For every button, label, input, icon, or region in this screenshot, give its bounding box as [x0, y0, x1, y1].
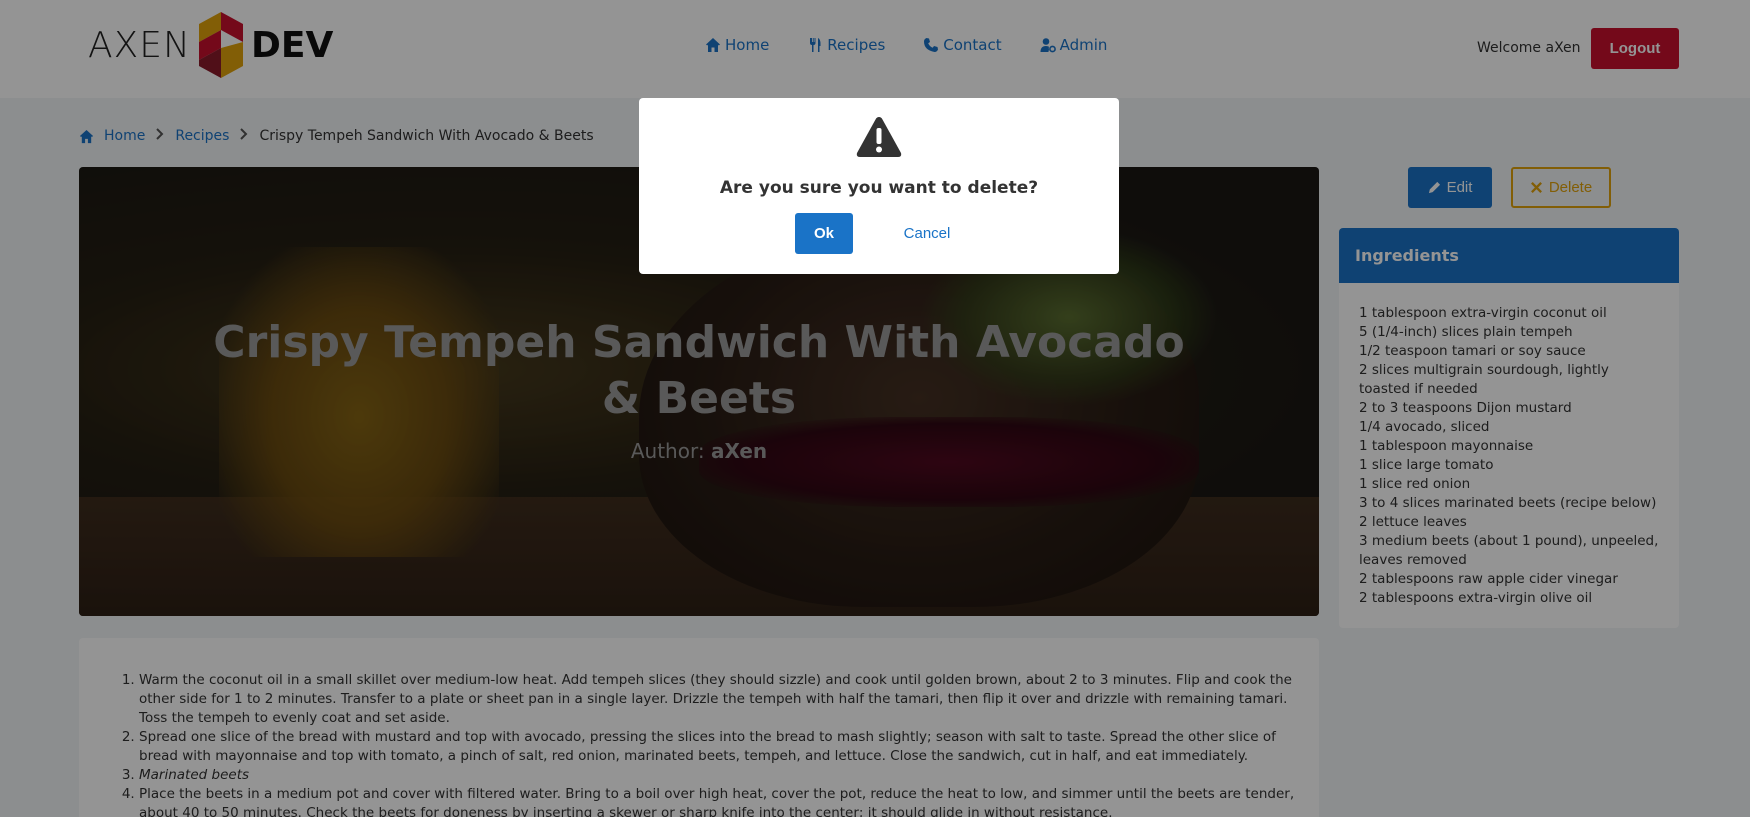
ok-button[interactable]: Ok	[795, 213, 853, 254]
dialog-message: Are you sure you want to delete?	[719, 178, 1039, 198]
delete-confirm-dialog: Are you sure you want to delete? Ok Canc…	[639, 98, 1119, 274]
warning-icon	[856, 117, 902, 157]
cancel-button[interactable]: Cancel	[887, 213, 967, 254]
